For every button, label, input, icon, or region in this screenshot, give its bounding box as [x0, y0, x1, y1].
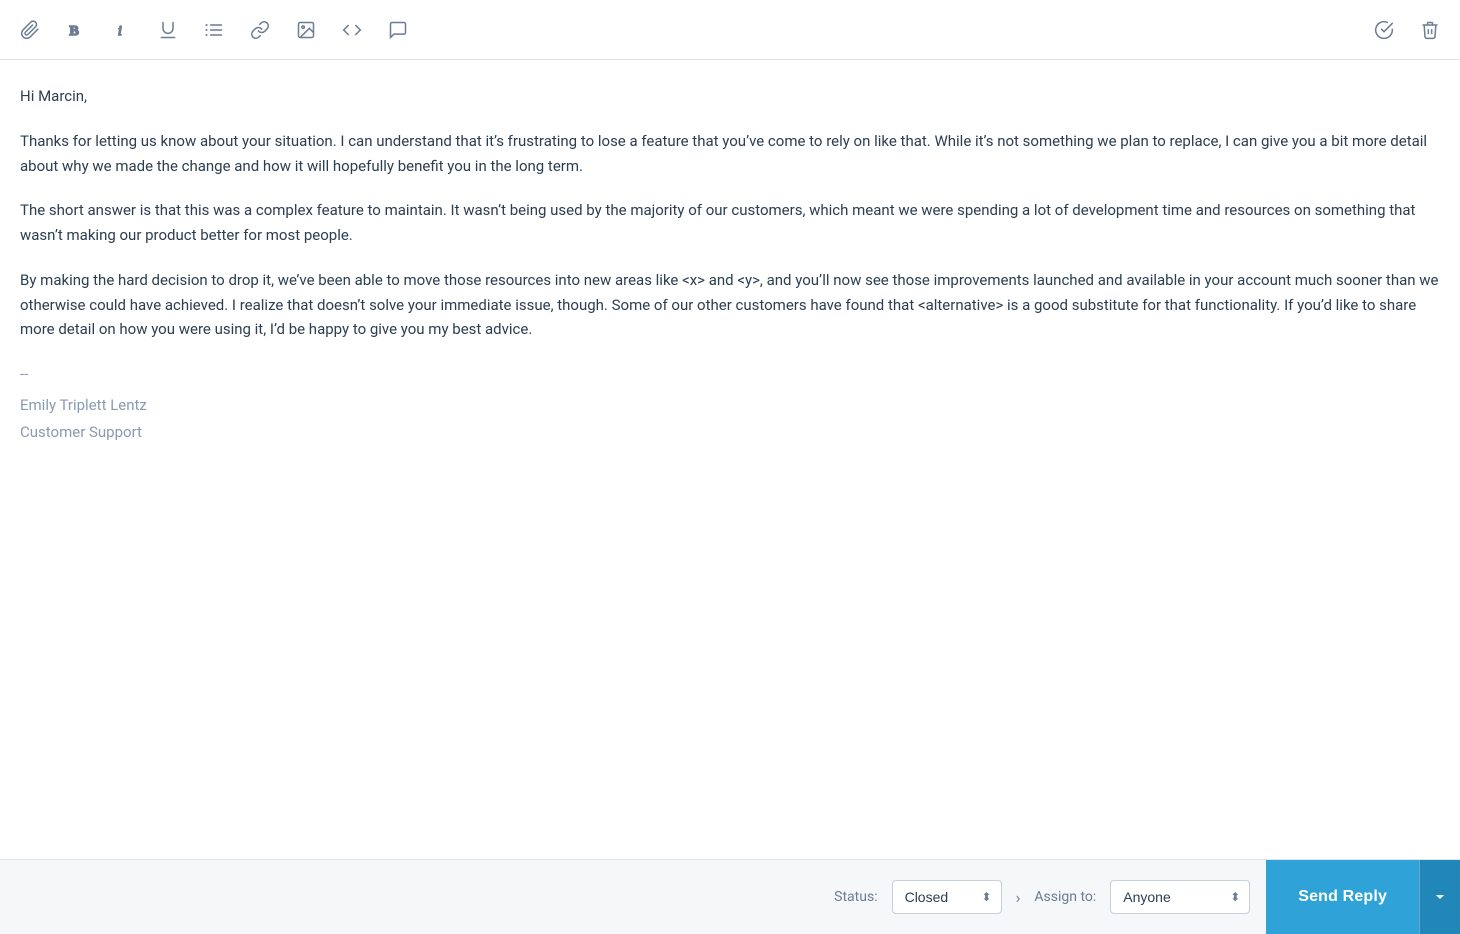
- list-icon[interactable]: [200, 16, 228, 44]
- image-icon[interactable]: [292, 16, 320, 44]
- paragraph-2: The short answer is that this was a comp…: [20, 198, 1440, 248]
- svg-text:B: B: [69, 23, 79, 39]
- assign-select-wrapper: Anyone Me Team ⬍: [1110, 880, 1250, 914]
- attachment-icon[interactable]: [16, 16, 44, 44]
- signature-separator: --: [20, 362, 1440, 387]
- paragraph-1: Thanks for letting us know about your si…: [20, 129, 1440, 179]
- greeting: Hi Marcin,: [20, 84, 1440, 109]
- status-select-wrapper: Open Closed Pending ⬍: [892, 880, 1002, 914]
- underline-icon[interactable]: [154, 16, 182, 44]
- paragraph-3: By making the hard decision to drop it, …: [20, 268, 1440, 342]
- italic-icon[interactable]: i: [108, 16, 136, 44]
- check-circle-icon[interactable]: [1370, 16, 1398, 44]
- assign-select[interactable]: Anyone Me Team: [1110, 880, 1250, 914]
- footer-bar: Status: Open Closed Pending ⬍ › Assign t…: [0, 859, 1460, 934]
- signature-name: Emily Triplett Lentz: [20, 393, 1440, 418]
- send-reply-group: Send Reply: [1266, 860, 1460, 934]
- link-icon[interactable]: [246, 16, 274, 44]
- status-label: Status:: [834, 889, 877, 905]
- arrow-separator: ›: [1016, 888, 1021, 907]
- toolbar-right-icons: [1370, 16, 1444, 44]
- assign-label: Assign to:: [1034, 889, 1096, 905]
- toolbar-left-icons: B i: [16, 16, 1370, 44]
- send-reply-button[interactable]: Send Reply: [1266, 860, 1419, 934]
- footer-controls: Status: Open Closed Pending ⬍ › Assign t…: [0, 880, 1266, 914]
- code-icon[interactable]: [338, 16, 366, 44]
- bold-icon[interactable]: B: [62, 16, 90, 44]
- signature-role: Customer Support: [20, 420, 1440, 445]
- editor-toolbar: B i: [0, 0, 1460, 60]
- trash-icon[interactable]: [1416, 16, 1444, 44]
- status-select[interactable]: Open Closed Pending: [892, 880, 1002, 914]
- email-editor[interactable]: Hi Marcin, Thanks for letting us know ab…: [0, 60, 1460, 859]
- emoji-icon[interactable]: [384, 16, 412, 44]
- svg-text:i: i: [118, 23, 122, 39]
- send-reply-dropdown-button[interactable]: [1419, 860, 1460, 934]
